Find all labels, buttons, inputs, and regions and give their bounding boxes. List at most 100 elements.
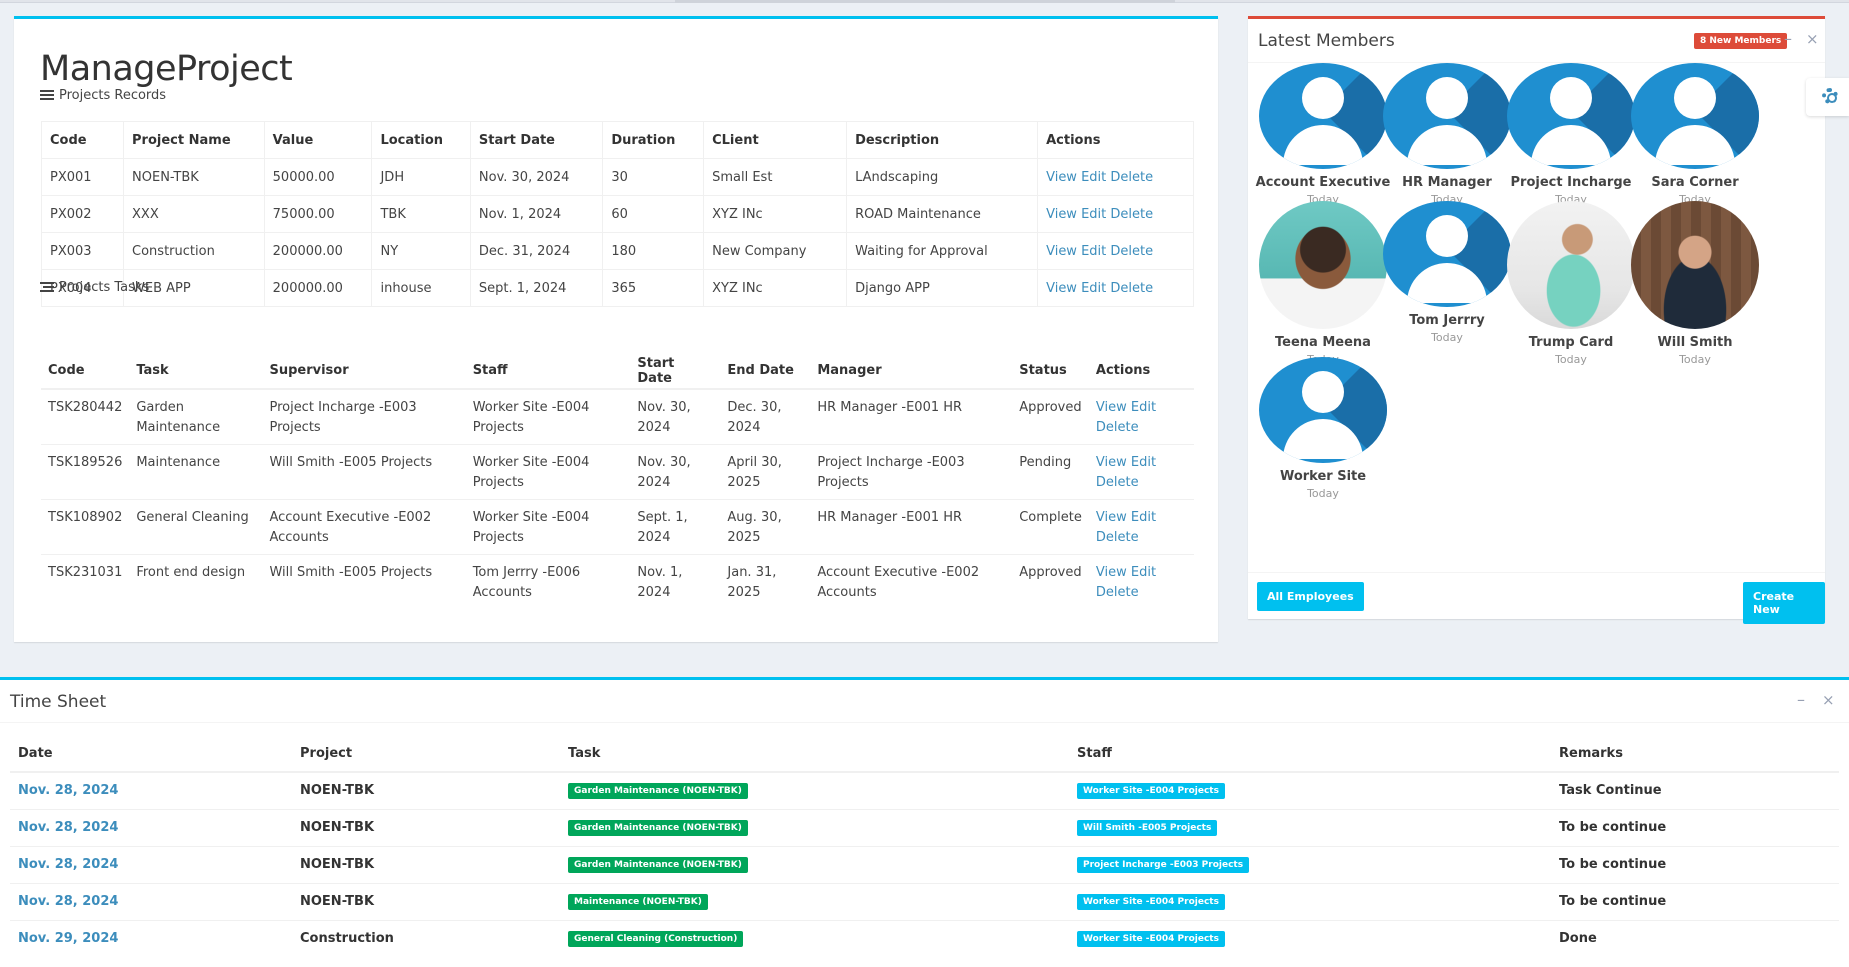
avatar[interactable]	[1383, 63, 1511, 169]
projects-tasks-table: Code Task Supervisor Staff Start Date End Dat…	[41, 353, 1194, 609]
avatar[interactable]	[1507, 63, 1635, 169]
minus-icon[interactable]: –	[1797, 692, 1805, 708]
cell-description: Django APP	[846, 269, 1039, 307]
cell-actions: View Edit Delete	[1088, 444, 1194, 500]
close-icon[interactable]: ×	[1806, 32, 1819, 47]
column-header: Staff	[1069, 735, 1551, 773]
cell-date: Nov. 28, 2024	[10, 845, 292, 883]
edit-link[interactable]: Edit	[1081, 281, 1106, 296]
delete-link[interactable]: Delete	[1096, 585, 1139, 600]
cell-staff: Worker Site -E004 Projects	[465, 499, 631, 555]
date-link[interactable]: Nov. 28, 2024	[18, 783, 118, 798]
member-name[interactable]: Sara Corner	[1622, 175, 1768, 190]
members-footer-divider	[1248, 572, 1825, 573]
edit-link[interactable]: Edit	[1081, 207, 1106, 222]
view-link[interactable]: View	[1046, 244, 1077, 259]
cell-actions: View Edit Delete	[1088, 554, 1194, 609]
cell-task: General Cleaning (Construction)	[560, 919, 1069, 957]
column-header: Supervisor	[262, 353, 466, 390]
member-name[interactable]: Worker Site	[1250, 469, 1396, 484]
staff-label: Project Incharge -E003 Projects	[1077, 857, 1250, 873]
edit-link[interactable]: Edit	[1131, 565, 1156, 580]
view-link[interactable]: View	[1096, 400, 1127, 415]
avatar[interactable]	[1259, 201, 1387, 329]
cell-code: TSK189526	[41, 444, 130, 500]
delete-link[interactable]: Delete	[1096, 530, 1139, 545]
delete-link[interactable]: Delete	[1110, 244, 1153, 259]
edit-link[interactable]: Edit	[1131, 400, 1156, 415]
cell-staff: Will Smith -E005 Projects	[1069, 808, 1551, 846]
edit-link[interactable]: Edit	[1081, 170, 1106, 185]
cell-description: ROAD Maintenance	[846, 195, 1039, 233]
view-link[interactable]: View	[1046, 207, 1077, 222]
task-label: Garden Maintenance (NOEN-TBK)	[568, 783, 748, 800]
avatar[interactable]	[1507, 201, 1635, 329]
latest-members-box: Latest Members 8 New Members – × Account…	[1248, 16, 1825, 624]
delete-link[interactable]: Delete	[1096, 420, 1139, 435]
cell-start: Nov. 30, 2024	[630, 388, 721, 445]
avatar[interactable]	[1259, 357, 1387, 463]
cell-task: Maintenance	[129, 444, 263, 500]
cell-location: inhouse	[371, 269, 471, 307]
cell-manager: Account Executive -E002 Accounts	[810, 554, 1013, 609]
view-link[interactable]: View	[1096, 455, 1127, 470]
edit-link[interactable]: Edit	[1131, 510, 1156, 525]
cell-name: Construction	[123, 232, 265, 270]
view-link[interactable]: View	[1096, 565, 1127, 580]
column-header: Code	[40, 121, 125, 159]
new-members-badge: 8 New Members	[1694, 33, 1788, 49]
cell-status: Complete	[1012, 499, 1089, 555]
cell-remarks: Task Continue	[1551, 771, 1839, 809]
table-row: Nov. 28, 2024 NOEN-TBK Garden Maintenance …	[10, 771, 1839, 809]
staff-label: Will Smith -E005 Projects	[1077, 820, 1218, 836]
page-title: ManageProject	[40, 49, 293, 89]
cell-task: Garden Maintenance (NOEN-TBK)	[560, 808, 1069, 846]
member-name[interactable]: Will Smith	[1622, 335, 1768, 350]
table-row: TSK280442 Garden Maintenance Project Incha…	[41, 388, 1194, 445]
cell-task: Front end design	[129, 554, 263, 609]
date-link[interactable]: Nov. 28, 2024	[18, 820, 118, 835]
date-link[interactable]: Nov. 28, 2024	[18, 894, 118, 909]
create-new-button[interactable]: Create New	[1743, 582, 1825, 624]
edit-link[interactable]: Edit	[1081, 244, 1106, 259]
cell-start: Dec. 31, 2024	[469, 232, 604, 270]
minus-icon[interactable]: –	[1784, 31, 1792, 47]
member-card[interactable]: Will Smith Today	[1622, 201, 1768, 366]
cell-code: TSK231031	[41, 554, 130, 609]
table-row: Nov. 28, 2024 NOEN-TBK Garden Maintenance …	[10, 808, 1839, 846]
cell-value: 200000.00	[263, 269, 373, 307]
date-link[interactable]: Nov. 28, 2024	[18, 857, 118, 872]
settings-tab[interactable]	[1806, 78, 1849, 116]
member-card[interactable]: Sara Corner Today	[1622, 63, 1768, 206]
delete-link[interactable]: Delete	[1096, 475, 1139, 490]
cell-start: Nov. 30, 2024	[469, 158, 604, 196]
delete-link[interactable]: Delete	[1110, 170, 1153, 185]
avatar[interactable]	[1631, 201, 1759, 329]
avatar[interactable]	[1259, 63, 1387, 169]
cell-staff: Worker Site -E004 Projects	[465, 388, 631, 445]
table-row: TSK108902 General Cleaning Account Executi…	[41, 499, 1194, 555]
table-row: TSK231031 Front end design Will Smith -E00…	[41, 554, 1194, 609]
table-row: PX001 NOEN-TBK 50000.00 JDH Nov. 30, 2024 30 S…	[40, 158, 1194, 196]
view-link[interactable]: View	[1046, 170, 1077, 185]
date-link[interactable]: Nov. 29, 2024	[18, 931, 118, 946]
cell-task: Garden Maintenance	[129, 388, 263, 445]
column-header: End Date	[720, 353, 811, 390]
edit-link[interactable]: Edit	[1131, 455, 1156, 470]
view-link[interactable]: View	[1096, 510, 1127, 525]
member-card[interactable]: Worker Site Today	[1250, 357, 1396, 500]
cell-end: April 30, 2025	[720, 444, 811, 500]
cell-duration: 30	[602, 158, 705, 196]
avatar[interactable]	[1631, 63, 1759, 169]
cell-start: Sept. 1, 2024	[630, 499, 721, 555]
delete-link[interactable]: Delete	[1110, 207, 1153, 222]
gear-icon[interactable]	[1822, 88, 1838, 104]
close-icon[interactable]: ×	[1822, 693, 1835, 708]
column-header: Status	[1012, 353, 1089, 390]
cell-duration: 180	[602, 232, 705, 270]
delete-link[interactable]: Delete	[1110, 281, 1153, 296]
staff-label: Worker Site -E004 Projects	[1077, 931, 1225, 948]
avatar[interactable]	[1383, 201, 1511, 307]
view-link[interactable]: View	[1046, 281, 1077, 296]
all-employees-button[interactable]: All Employees	[1257, 582, 1364, 611]
